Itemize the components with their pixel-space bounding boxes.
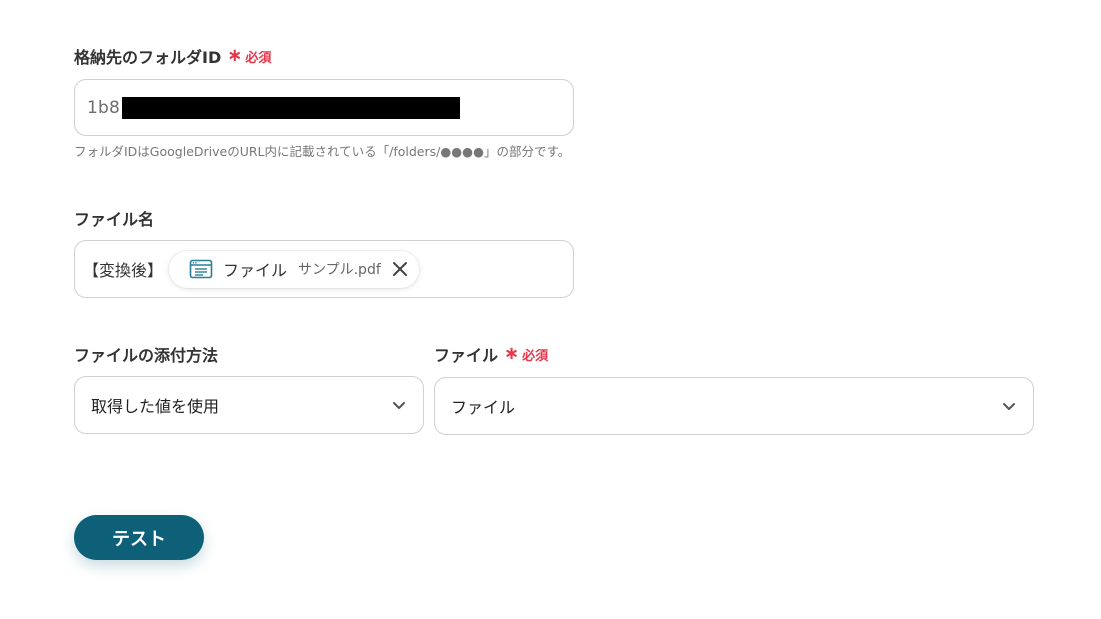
file-label: ファイル	[434, 346, 499, 365]
file-name-input[interactable]: 【変換後】 ファイル サンプル.pdf	[74, 240, 574, 298]
attach-method-label: ファイルの添付方法	[74, 346, 219, 365]
attach-method-value: 取得した値を使用	[91, 397, 220, 416]
close-icon[interactable]	[391, 260, 409, 278]
attach-method-label-row: ファイルの添付方法	[74, 342, 218, 366]
window-icon	[189, 259, 213, 279]
required-badge: 必須	[245, 50, 272, 66]
file-name-label: ファイル名	[74, 210, 155, 229]
chip-name: ファイル	[223, 261, 288, 280]
file-name-label-row: ファイル名	[74, 206, 154, 230]
folder-id-value: 1b8	[87, 97, 121, 118]
chevron-down-icon	[391, 397, 407, 413]
attach-method-select[interactable]: 取得した値を使用	[74, 376, 424, 434]
chip-sub-label: サンプル.pdf	[298, 262, 381, 278]
required-asterisk: ∗	[504, 343, 520, 364]
file-select-value: ファイル	[451, 398, 516, 417]
folder-id-label-row: 格納先のフォルダID ∗ 必須	[74, 44, 271, 68]
redacted-value-block	[122, 96, 461, 119]
required-badge: 必須	[522, 348, 549, 364]
file-select[interactable]: ファイル	[434, 377, 1034, 435]
folder-id-label: 格納先のフォルダID	[74, 48, 222, 67]
required-asterisk: ∗	[227, 45, 243, 66]
file-name-prefix: 【変換後】	[83, 261, 164, 280]
file-label-row: ファイル ∗ 必須	[434, 342, 548, 366]
test-button[interactable]: テスト	[74, 515, 204, 560]
variable-chip[interactable]: ファイル サンプル.pdf	[169, 250, 419, 288]
folder-id-help-text: フォルダIDはGoogleDriveのURL内に記載されている「/folders…	[74, 144, 571, 159]
folder-id-input[interactable]: 1b8	[74, 79, 574, 136]
chevron-down-icon	[1001, 398, 1017, 414]
